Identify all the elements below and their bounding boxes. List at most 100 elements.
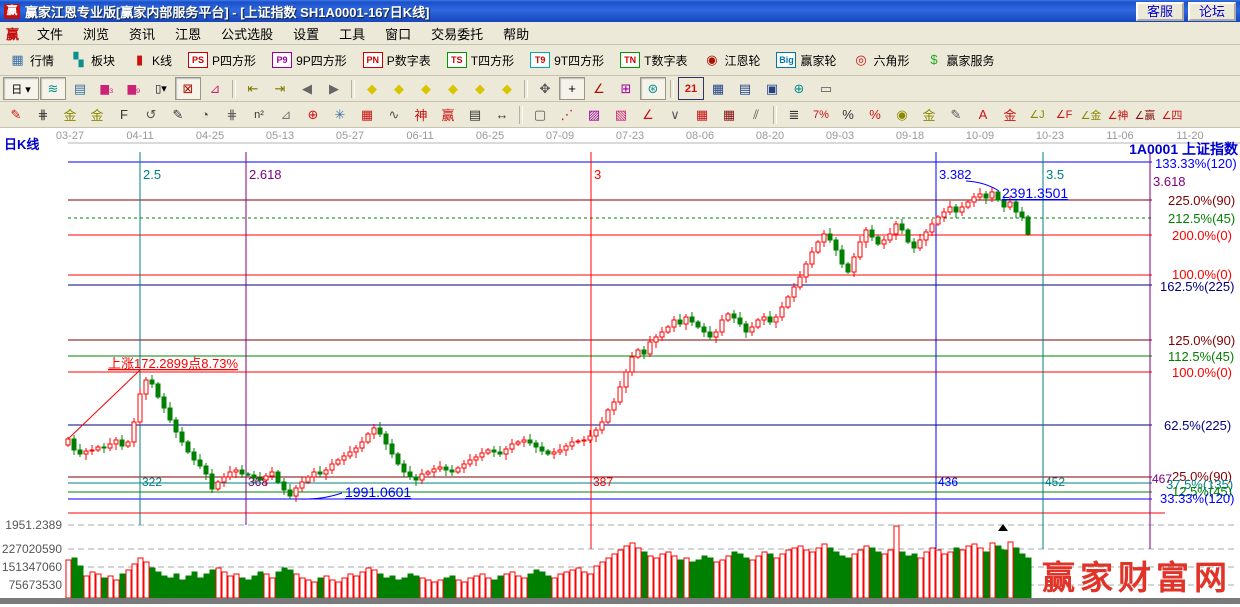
- candle-style-dropdown[interactable]: ▯▾: [148, 77, 174, 100]
- gold-coin-tool[interactable]: ◉: [889, 103, 915, 126]
- star-web-tool[interactable]: ✳: [327, 103, 353, 126]
- winner-wheel-button[interactable]: Big赢家轮: [770, 50, 842, 71]
- fan-box-pink-tool[interactable]: ▧: [608, 103, 634, 126]
- web-box-tool[interactable]: ▦: [354, 103, 380, 126]
- color-flag-icon[interactable]: ⊿: [202, 77, 228, 100]
- f-square-tool[interactable]: F: [111, 103, 137, 126]
- period-day-dropdown[interactable]: 日 ▾: [3, 77, 39, 100]
- span-arrow-tool[interactable]: ↔: [489, 103, 515, 126]
- shape-tool-button[interactable]: ⊞: [613, 77, 639, 100]
- diamond-center-button[interactable]: ◆: [467, 77, 493, 100]
- gold-red-tool[interactable]: 金: [997, 103, 1023, 126]
- pct-line-tool[interactable]: %: [862, 103, 888, 126]
- angle-win-tool[interactable]: ∠赢: [1132, 103, 1158, 126]
- gold-square-tool-1[interactable]: 金: [57, 103, 83, 126]
- hexagon-button[interactable]: ◎六角形: [847, 50, 916, 71]
- pct-tool[interactable]: %: [835, 103, 861, 126]
- service-button[interactable]: 客服: [1136, 2, 1184, 21]
- angle-rays-tool[interactable]: ∠: [635, 103, 661, 126]
- gold-square-tool-2[interactable]: 金: [84, 103, 110, 126]
- pen-small-tool[interactable]: ✎: [943, 103, 969, 126]
- chart-canvas[interactable]: 03-2704-1104-2505-1305-2706-1106-2507-09…: [0, 128, 1240, 604]
- polyline-tool[interactable]: ∨: [662, 103, 688, 126]
- print-button[interactable]: ▭: [813, 77, 839, 100]
- menu-item-文件[interactable]: 文件: [27, 22, 73, 45]
- spiral-tool[interactable]: ↺: [138, 103, 164, 126]
- crosshair-tool-button[interactable]: +: [559, 77, 585, 100]
- n-squared-tool[interactable]: n²: [246, 103, 272, 126]
- winner-service-button[interactable]: $赢家服务: [920, 50, 1001, 71]
- step-forward-button[interactable]: ▶: [321, 77, 347, 100]
- line-chart-icon[interactable]: ≋: [40, 77, 66, 100]
- kline-button[interactable]: ▮K线: [125, 50, 178, 71]
- t9-square-button[interactable]: T99T四方形: [524, 50, 610, 71]
- menu-item-资讯[interactable]: 资讯: [119, 22, 165, 45]
- dense-grid-tool[interactable]: ⋕: [219, 103, 245, 126]
- calendar-button[interactable]: 21: [678, 77, 704, 100]
- calculator-button[interactable]: ▦: [705, 77, 731, 100]
- volume-bar: [90, 572, 95, 598]
- menu-item-工具[interactable]: 工具: [329, 22, 375, 45]
- red-grid-tool-2[interactable]: ▦: [716, 103, 742, 126]
- market-quotes-button[interactable]: ▦行情: [3, 50, 60, 71]
- gold-line-tool[interactable]: 金: [916, 103, 942, 126]
- hand-tool-button[interactable]: ✥: [532, 77, 558, 100]
- circle-cross-tool[interactable]: ⊕: [300, 103, 326, 126]
- forum-button[interactable]: 论坛: [1188, 2, 1236, 21]
- pen-black-tool[interactable]: ✎: [165, 103, 191, 126]
- fan-lines-tool[interactable]: ⋰: [554, 103, 580, 126]
- diamond-right-button[interactable]: ◆: [386, 77, 412, 100]
- t-square-button[interactable]: TST四方形: [441, 50, 520, 71]
- gann-grid-tool[interactable]: ⋕: [30, 103, 56, 126]
- diamond-grid-button[interactable]: ◆: [494, 77, 520, 100]
- menu-item-设置[interactable]: 设置: [283, 22, 329, 45]
- p-number-table-button[interactable]: PNP数字表: [357, 50, 437, 71]
- jump-last-button[interactable]: ⇥: [267, 77, 293, 100]
- gann-percent-label: 200.0%(0): [1172, 228, 1232, 243]
- count-bars-tool[interactable]: ≣: [781, 103, 807, 126]
- menu-item-浏览[interactable]: 浏览: [73, 22, 119, 45]
- gann-wheel-button[interactable]: ◉江恩轮: [697, 50, 766, 71]
- pen-red-tool[interactable]: ✎: [3, 103, 29, 126]
- t-number-table-button[interactable]: TNT数字表: [614, 50, 693, 71]
- save-button[interactable]: ▣: [759, 77, 785, 100]
- clock-circle-tool[interactable]: ◔: [192, 103, 218, 126]
- info-list-icon[interactable]: ▤: [67, 77, 93, 100]
- sectors-button[interactable]: ▚板块: [64, 50, 121, 71]
- pct-7-tool[interactable]: 7%: [808, 103, 834, 126]
- pattern-box-icon[interactable]: ⊠: [175, 77, 201, 100]
- ruler-123-tool[interactable]: ▤: [462, 103, 488, 126]
- p-square-button[interactable]: PSP四方形: [182, 50, 262, 71]
- red-grid-tool-1[interactable]: ▦: [689, 103, 715, 126]
- menu-item-帮助[interactable]: 帮助: [493, 22, 539, 45]
- export-button[interactable]: ⊕: [786, 77, 812, 100]
- brain-tool-button[interactable]: ⊛: [640, 77, 666, 100]
- diamond-left-button[interactable]: ◆: [359, 77, 385, 100]
- angle-f-tool[interactable]: ∠F: [1051, 103, 1077, 126]
- p9-square-button[interactable]: P99P四方形: [266, 50, 353, 71]
- wave-a-tool[interactable]: A: [970, 103, 996, 126]
- jump-first-button[interactable]: ⇤: [240, 77, 266, 100]
- notepad-button[interactable]: ▤: [732, 77, 758, 100]
- diamond-expand-button[interactable]: ◆: [413, 77, 439, 100]
- angle-j-tool[interactable]: ∠J: [1024, 103, 1050, 126]
- menu-item-交易委托[interactable]: 交易委托: [421, 22, 493, 45]
- angle-si-tool[interactable]: ∠四: [1159, 103, 1185, 126]
- wave-tool[interactable]: ∿: [381, 103, 407, 126]
- win-grid-tool[interactable]: 赢: [435, 103, 461, 126]
- angle-shen-tool[interactable]: ∠神: [1105, 103, 1131, 126]
- rect-select-tool[interactable]: ▢: [527, 103, 553, 126]
- mirror-angle-tool[interactable]: ⊿: [273, 103, 299, 126]
- angle-measure-button[interactable]: ∠: [586, 77, 612, 100]
- hatch-tool[interactable]: ⫽: [743, 103, 769, 126]
- shen-grid-tool[interactable]: 神: [408, 103, 434, 126]
- pct-box-purple-tool[interactable]: ▨: [581, 103, 607, 126]
- step-back-button[interactable]: ◀: [294, 77, 320, 100]
- menu-item-窗口[interactable]: 窗口: [375, 22, 421, 45]
- bars-9-icon[interactable]: ▆₉: [121, 77, 147, 100]
- menu-item-公式选股[interactable]: 公式选股: [211, 22, 283, 45]
- angle-gold-tool[interactable]: ∠金: [1078, 103, 1104, 126]
- menu-item-江恩[interactable]: 江恩: [165, 22, 211, 45]
- diamond-shrink-button[interactable]: ◆: [440, 77, 466, 100]
- bars-3-icon[interactable]: ▆₃: [94, 77, 120, 100]
